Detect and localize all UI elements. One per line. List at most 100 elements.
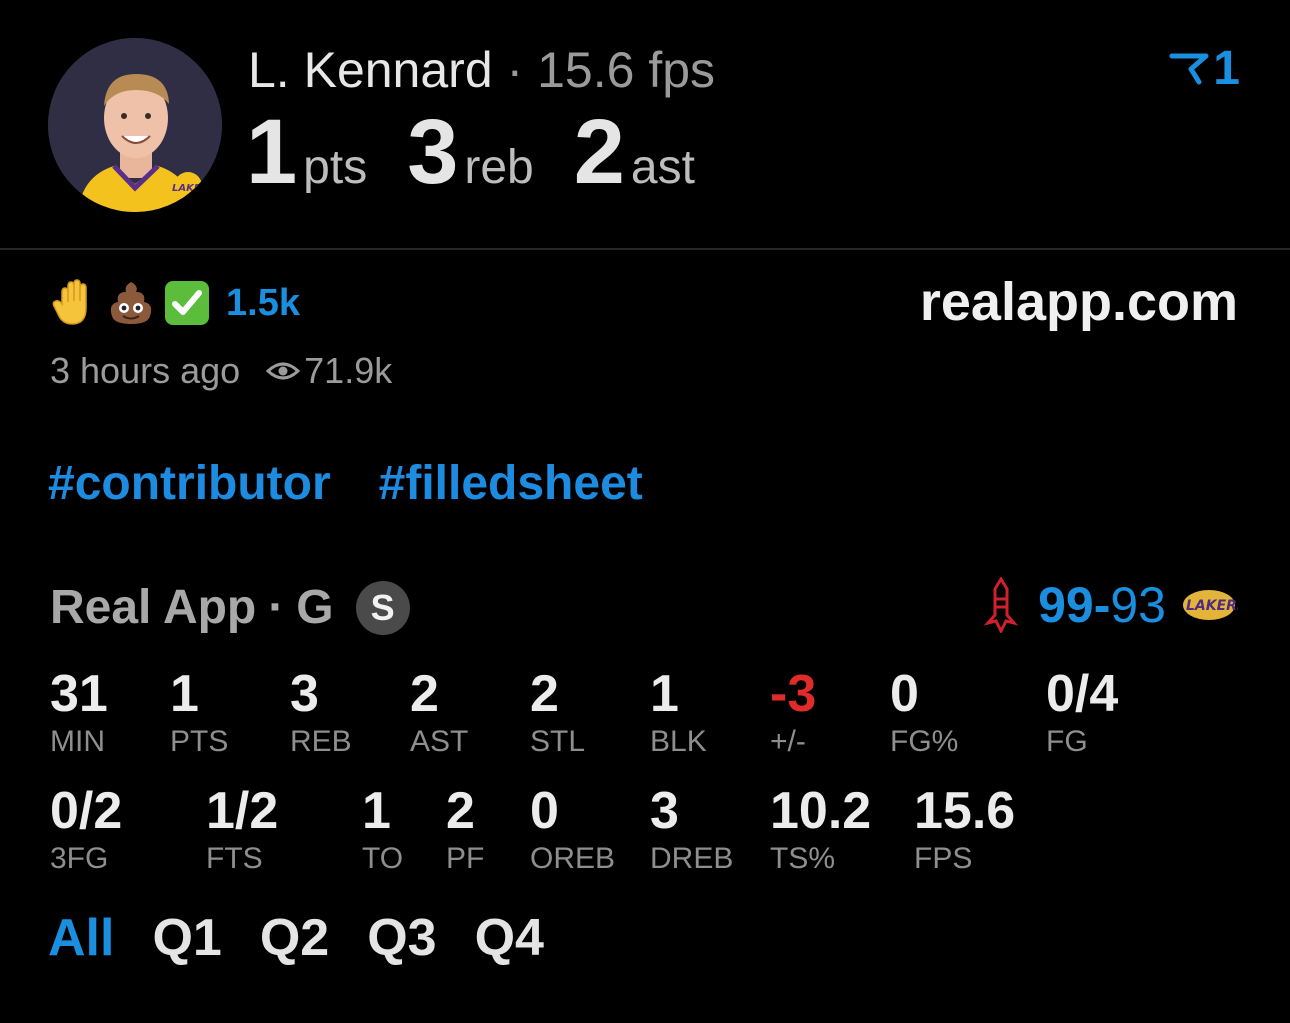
- tab-q3[interactable]: Q3: [367, 908, 436, 968]
- stat-dreb: 3 DREB: [650, 783, 733, 877]
- tab-q2[interactable]: Q2: [260, 908, 329, 968]
- stat-ts-pct: 10.2 TS%: [770, 783, 871, 877]
- tab-q1[interactable]: Q1: [152, 908, 221, 968]
- rank-value: 1: [1213, 42, 1240, 95]
- player-name[interactable]: L. Kennard: [248, 42, 493, 98]
- stat-label: PTS: [170, 725, 229, 758]
- quarter-tabs: All Q1 Q2 Q3 Q4: [48, 908, 582, 968]
- views-value: 71.9k: [304, 350, 393, 391]
- stat-value: 0: [890, 665, 919, 723]
- stat-value: 0/2: [50, 782, 123, 840]
- rank-badge[interactable]: 1: [1169, 44, 1240, 94]
- stat-label: 3FG: [50, 842, 109, 875]
- rebounds-value: 3: [407, 101, 459, 203]
- stat-value: 2: [410, 665, 439, 723]
- stat-pf: 2 PF: [446, 783, 484, 877]
- stat-stl: 2 STL: [530, 666, 585, 760]
- header-divider: [0, 248, 1290, 250]
- stat-label: DREB: [650, 842, 734, 875]
- tab-all[interactable]: All: [48, 908, 114, 968]
- stat-value: 1/2: [206, 782, 279, 840]
- stat-fg: 0/4 FG: [1046, 666, 1118, 760]
- stat-label: FG%: [890, 725, 959, 758]
- assists-value: 2: [573, 101, 625, 203]
- stat-fg-pct: 0 FG%: [890, 666, 958, 760]
- stat-label: MIN: [50, 725, 105, 758]
- stat-min: 31 MIN: [50, 666, 108, 760]
- stat-value: 1: [362, 782, 391, 840]
- time-ago: 3 hours ago: [50, 350, 241, 391]
- score-home: 99: [1038, 577, 1094, 633]
- check-mark-emoji[interactable]: [162, 278, 212, 328]
- title-separator: ·: [506, 42, 524, 98]
- rockets-logo: [984, 577, 1019, 633]
- raised-hand-emoji[interactable]: [50, 278, 100, 328]
- svg-text:LAKERS: LAKERS: [1186, 598, 1238, 614]
- stat-3fg: 0/2 3FG: [50, 783, 122, 877]
- svg-text:LAKERS: LAKERS: [172, 183, 216, 194]
- stat-label: AST: [410, 725, 469, 758]
- stat-label: TS%: [770, 842, 836, 875]
- stat-label: TO: [362, 842, 404, 875]
- points-value: 1: [246, 101, 298, 203]
- stat-label: FTS: [206, 842, 263, 875]
- stat-value: 1: [170, 665, 199, 723]
- stat-plus-minus: -3 +/-: [770, 666, 816, 760]
- stat-value: 2: [530, 665, 559, 723]
- player-title: L. Kennard · 15.6 fps: [248, 40, 715, 100]
- site-link[interactable]: realapp.com: [920, 272, 1238, 332]
- post-meta: 3 hours ago 71.9k: [50, 350, 392, 392]
- stat-ast: 2 AST: [410, 666, 468, 760]
- player-headshot-icon: LAKERS: [48, 38, 222, 212]
- reaction-count[interactable]: 1.5k: [226, 282, 300, 325]
- stat-label: OREB: [530, 842, 616, 875]
- view-count: 71.9k: [266, 350, 392, 392]
- hashtag-filledsheet[interactable]: #filledsheet: [379, 456, 643, 511]
- game-source: Real App: [50, 581, 257, 634]
- stat-value: 3: [290, 665, 319, 723]
- stat-label: STL: [530, 725, 586, 758]
- score-away: 93: [1110, 577, 1166, 633]
- poop-emoji[interactable]: [106, 278, 156, 328]
- stat-value: 0/4: [1046, 665, 1119, 723]
- stat-value: -3: [770, 665, 817, 723]
- game-separator: ·: [268, 581, 285, 634]
- stat-value: 15.6: [914, 782, 1016, 840]
- rank-flag-icon: [1169, 53, 1209, 85]
- stat-label: FG: [1046, 725, 1088, 758]
- rebounds-unit: reb: [464, 141, 534, 194]
- stat-value: 2: [446, 782, 475, 840]
- player-position: G: [296, 581, 334, 634]
- tab-q4[interactable]: Q4: [475, 908, 544, 968]
- reactions-bar[interactable]: 1.5k: [50, 276, 300, 330]
- stat-reb: 3 REB: [290, 666, 352, 760]
- stat-label: BLK: [650, 725, 707, 758]
- stat-label: REB: [290, 725, 352, 758]
- stat-label: PF: [446, 842, 485, 875]
- stat-value: 0: [530, 782, 559, 840]
- stat-label: +/-: [770, 725, 806, 758]
- stat-pts: 1 PTS: [170, 666, 228, 760]
- player-fps: 15.6 fps: [537, 42, 716, 98]
- stat-label: FPS: [914, 842, 973, 875]
- hashtag-contributor[interactable]: #contributor: [48, 456, 331, 511]
- score-dash: -: [1093, 577, 1111, 633]
- stat-oreb: 0 OREB: [530, 783, 615, 877]
- player-avatar[interactable]: LAKERS: [48, 38, 222, 212]
- stat-value: 31: [50, 665, 108, 723]
- stat-summary: 1 pts 3 reb 2 ast: [246, 104, 695, 204]
- assists-unit: ast: [630, 141, 695, 194]
- starter-badge: S: [355, 580, 410, 635]
- stat-fts: 1/2 FTS: [206, 783, 278, 877]
- stat-fps: 15.6 FPS: [914, 783, 1015, 877]
- eye-icon: [266, 362, 301, 380]
- game-score[interactable]: 99 - 93 LAKERS: [984, 576, 1238, 634]
- stat-value: 10.2: [770, 782, 872, 840]
- stat-value: 1: [650, 665, 679, 723]
- stat-blk: 1 BLK: [650, 666, 707, 760]
- points-unit: pts: [303, 141, 368, 194]
- stat-value: 3: [650, 782, 679, 840]
- lakers-logo: LAKERS: [1183, 590, 1238, 620]
- stat-to: 1 TO: [362, 783, 403, 877]
- game-info: Real App · G S: [50, 580, 410, 635]
